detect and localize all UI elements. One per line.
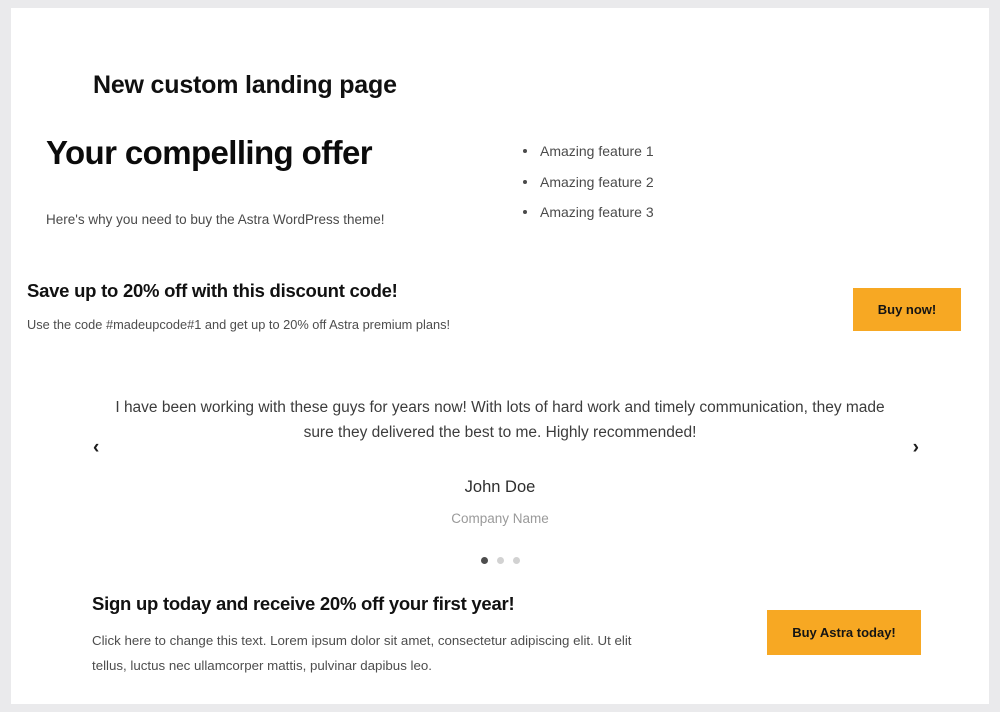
carousel-dot[interactable] — [512, 557, 520, 565]
hero-left-column: Your compelling offer Here's why you nee… — [11, 134, 511, 231]
carousel-prev-icon[interactable]: ‹ — [85, 434, 107, 461]
list-item: Amazing feature 3 — [523, 202, 989, 224]
signup-section: Sign up today and receive 20% off your f… — [11, 564, 989, 678]
testimonial-author: John Doe — [464, 478, 536, 497]
testimonial-carousel: ‹ › I have been working with these guys … — [11, 334, 989, 565]
feature-list: Amazing feature 1 Amazing feature 2 Amaz… — [523, 141, 989, 224]
list-item: Amazing feature 1 — [523, 141, 989, 163]
page-canvas: New custom landing page Your compelling … — [11, 8, 989, 704]
page-title-container: New custom landing page — [11, 8, 989, 100]
signup-cta-container: Buy Astra today! — [767, 592, 921, 656]
list-item: Amazing feature 2 — [523, 172, 989, 194]
discount-text-block: Save up to 20% off with this discount co… — [27, 279, 450, 334]
hero-right-column: Amazing feature 1 Amazing feature 2 Amaz… — [511, 134, 989, 233]
testimonial-quote: I have been working with these guys for … — [115, 399, 885, 441]
discount-heading: Save up to 20% off with this discount co… — [27, 280, 398, 302]
feature-label: Amazing feature 1 — [540, 143, 654, 159]
signup-text-block: Sign up today and receive 20% off your f… — [92, 592, 662, 678]
discount-section: Save up to 20% off with this discount co… — [11, 233, 989, 334]
carousel-dot[interactable] — [480, 557, 488, 565]
discount-subheading: Use the code #madeupcode#1 and get up to… — [27, 317, 451, 333]
feature-label: Amazing feature 3 — [540, 204, 654, 221]
hero-section: Your compelling offer Here's why you nee… — [11, 100, 989, 233]
feature-label: Amazing feature 2 — [540, 173, 654, 190]
hero-heading: Your compelling offer — [46, 134, 373, 171]
testimonial-company: Company Name — [451, 510, 549, 526]
page-title: New custom landing page — [93, 71, 397, 99]
carousel-dot[interactable] — [496, 557, 504, 565]
signup-heading: Sign up today and receive 20% off your f… — [92, 593, 515, 615]
hero-subheading: Here's why you need to buy the Astra Wor… — [46, 211, 385, 227]
carousel-dots — [11, 557, 989, 565]
buy-astra-today-button[interactable]: Buy Astra today! — [767, 610, 921, 656]
carousel-next-icon[interactable]: › — [905, 434, 927, 461]
buy-now-button[interactable]: Buy now! — [853, 288, 961, 332]
signup-body: Click here to change this text. Lorem ip… — [92, 633, 632, 673]
